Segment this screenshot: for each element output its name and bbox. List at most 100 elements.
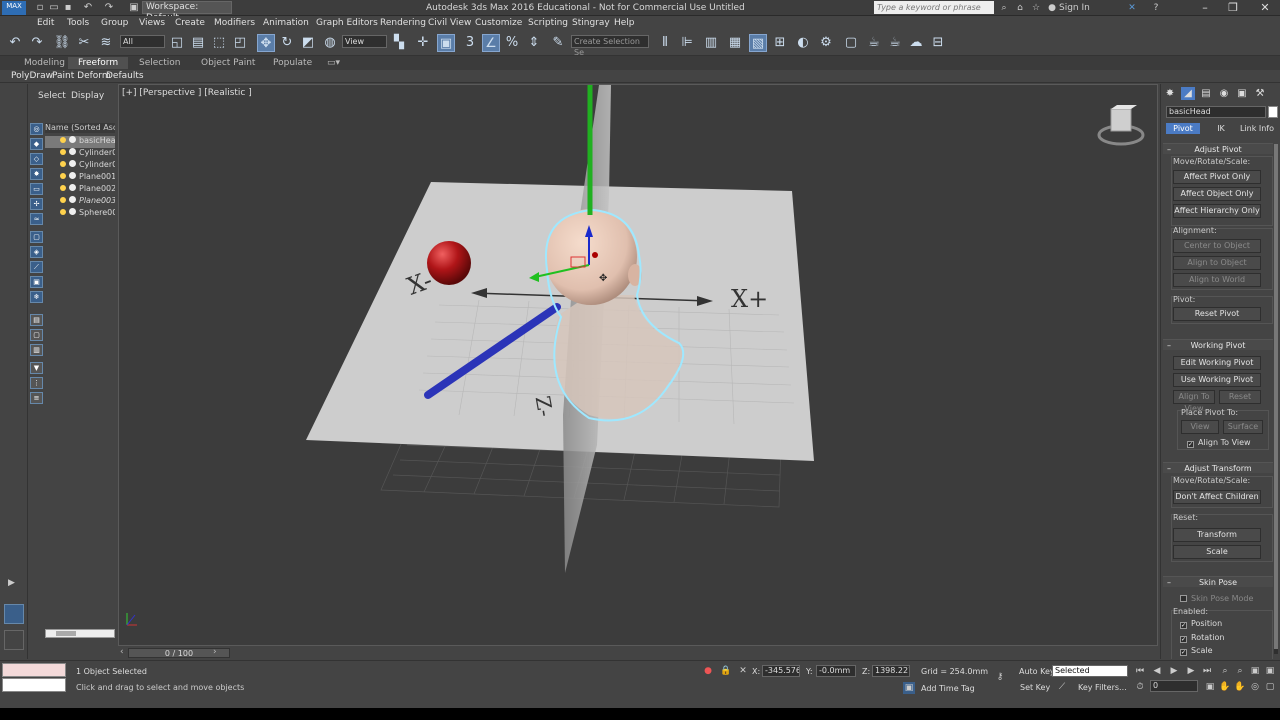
favorites-icon[interactable]: ☆ [1030, 2, 1042, 14]
display-frozen-icon[interactable]: ❄ [30, 291, 43, 303]
align-to-object-button[interactable]: Align to Object [1173, 256, 1261, 270]
window-crossing-icon[interactable]: ◰ [231, 34, 249, 52]
orbit-subobject-icon[interactable]: ◎ [1249, 681, 1261, 693]
render-in-cloud-icon[interactable]: ☁ [907, 34, 925, 52]
view-cube[interactable] [1097, 105, 1145, 146]
light-bulb-icon[interactable] [60, 161, 66, 167]
absolute-mode-icon[interactable]: ✕ [737, 665, 749, 677]
curve-editor-icon[interactable]: ▧ [749, 34, 767, 52]
align-to-world-button[interactable]: Align to World [1173, 273, 1261, 287]
place-view-button[interactable]: View [1181, 420, 1219, 434]
rollout-adjust-pivot[interactable]: – Adjust Pivot [1163, 143, 1273, 154]
scrollbar-thumb[interactable] [56, 631, 76, 636]
time-configuration-icon[interactable]: ⏱ [1134, 681, 1146, 693]
place-surface-button[interactable]: Surface [1223, 420, 1263, 434]
hierarchy-icon[interactable]: ⋮ [30, 377, 43, 389]
time-prev-icon[interactable]: ‹ [120, 647, 124, 657]
redo-icon[interactable]: ↷ [28, 34, 46, 52]
zoom-icon[interactable]: ⌕ [1219, 665, 1231, 677]
bind-space-warp-icon[interactable]: ≋ [97, 34, 115, 52]
menu-help[interactable]: Help [614, 18, 635, 28]
angle-snap-icon[interactable]: ∠ [482, 34, 500, 52]
zoom-all-icon[interactable]: ⌕ [1234, 665, 1246, 677]
help-icon[interactable]: ? [1150, 2, 1162, 14]
skin-pose-mode-checkbox[interactable]: Skin Pose Mode [1180, 594, 1253, 603]
snaps-toggle-icon[interactable]: 3 [461, 34, 479, 52]
minimize-button[interactable]: – [1190, 0, 1220, 16]
edit-named-selection-icon[interactable]: ✎ [549, 34, 567, 52]
command-panel-scrollbar[interactable] [1274, 144, 1278, 654]
object-color-swatch[interactable] [1268, 106, 1278, 118]
visibility-icon[interactable] [69, 184, 76, 191]
utilities-tab-icon[interactable]: ⚒ [1253, 87, 1267, 100]
schematic-view-icon[interactable]: ⊞ [771, 34, 789, 52]
workspace-dropdown[interactable]: Workspace: Default [142, 1, 232, 23]
toggle-layer-explorer-icon[interactable]: ▥ [702, 34, 720, 52]
select-manipulate-icon[interactable]: ✛ [414, 34, 432, 52]
current-frame-input[interactable]: 0 [1150, 680, 1198, 692]
ribbon-tab-freeform[interactable]: Freeform [68, 57, 129, 69]
time-tag-icon[interactable]: ▣ [903, 682, 915, 694]
save-icon[interactable]: ▪ [62, 2, 74, 13]
list-item[interactable]: Plane003 [45, 196, 115, 208]
reset-scale-button[interactable]: Scale [1173, 545, 1261, 559]
open-file-icon[interactable]: ▭ [48, 2, 60, 13]
use-working-pivot-button[interactable]: Use Working Pivot [1173, 373, 1261, 387]
display-bones-icon[interactable]: ⟋ [30, 261, 43, 273]
layers-icon[interactable]: ≡ [30, 392, 43, 404]
toggle-ribbon-icon[interactable]: ▦ [726, 34, 744, 52]
next-frame-icon[interactable]: ▶ [1185, 665, 1197, 677]
modify-tab-icon[interactable]: ◢ [1181, 87, 1195, 100]
close-button[interactable]: ✕ [1250, 0, 1280, 16]
subtab-paint-deform[interactable]: Paint Deform [52, 71, 111, 81]
maximize-button[interactable]: ❐ [1218, 0, 1248, 16]
new-file-icon[interactable]: ▫ [34, 2, 46, 13]
explorer-tab-select[interactable]: Select [38, 91, 66, 101]
align-icon[interactable]: ⊫ [678, 34, 696, 52]
menu-modifiers[interactable]: Modifiers [214, 18, 255, 28]
reset-transform-button[interactable]: Transform [1173, 528, 1261, 542]
rollout-working-pivot[interactable]: – Working Pivot [1163, 339, 1273, 350]
go-to-end-icon[interactable]: ⏭ [1201, 665, 1213, 677]
z-coordinate-input[interactable]: 1398.227m [872, 665, 910, 677]
keyboard-shortcut-override-icon[interactable]: ▣ [437, 34, 455, 52]
visibility-icon[interactable] [69, 136, 76, 143]
explorer-column-header[interactable]: Name (Sorted Ascending) [45, 123, 115, 133]
select-and-place-icon[interactable]: ◍ [321, 34, 339, 52]
subscription-icon[interactable]: ⌂ [1014, 2, 1026, 14]
display-lights-icon[interactable]: ✸ [30, 168, 43, 180]
list-item[interactable]: basicHead [45, 136, 115, 148]
menu-scripting[interactable]: Scripting [528, 18, 568, 28]
affect-object-only-button[interactable]: Affect Object Only [1173, 187, 1261, 201]
center-to-object-button[interactable]: Center to Object [1173, 239, 1261, 253]
menu-views[interactable]: Views [139, 18, 165, 28]
display-none-icon[interactable]: ◎ [30, 123, 43, 135]
render-production-icon[interactable]: ☕ [865, 34, 883, 52]
percent-snap-icon[interactable]: % [503, 34, 521, 52]
display-containers-icon[interactable]: ▣ [30, 276, 43, 288]
orbit-icon[interactable]: ✋ [1234, 681, 1246, 693]
expand-arrow-icon[interactable]: ▶ [8, 578, 15, 588]
play-icon[interactable]: ▶ [1168, 665, 1180, 677]
list-item[interactable]: Plane002 [45, 184, 115, 196]
sign-in-link[interactable]: Sign In [1059, 3, 1090, 13]
display-spacewarps-icon[interactable]: ≈ [30, 213, 43, 225]
search-input[interactable]: Type a keyword or phrase [874, 1, 994, 14]
field-of-view-icon[interactable]: ▣ [1204, 681, 1216, 693]
light-bulb-icon[interactable] [60, 197, 66, 203]
filter-icon[interactable]: ▼ [30, 362, 43, 374]
subtab-defaults[interactable]: Defaults [106, 71, 144, 81]
list-item[interactable]: Cylinder002 [45, 160, 115, 172]
reset-pivot-button[interactable]: Reset Pivot [1173, 307, 1261, 321]
selection-lock-icon[interactable]: 🔒 [720, 665, 732, 677]
working-pivot-reset-button[interactable]: Reset [1219, 390, 1261, 404]
a360-gallery-icon[interactable]: ⊟ [929, 34, 947, 52]
add-time-tag[interactable]: Add Time Tag [921, 684, 975, 693]
ribbon-tab-populate[interactable]: Populate [273, 58, 312, 68]
render-setup-icon[interactable]: ⚙ [817, 34, 835, 52]
ribbon-options-icon[interactable]: ▭▾ [327, 58, 340, 68]
link-icon[interactable]: ⛓ [53, 34, 71, 52]
search-icon[interactable]: ⌕ [998, 2, 1010, 14]
visibility-icon[interactable] [69, 196, 76, 203]
ik-button[interactable]: IK [1209, 123, 1233, 134]
